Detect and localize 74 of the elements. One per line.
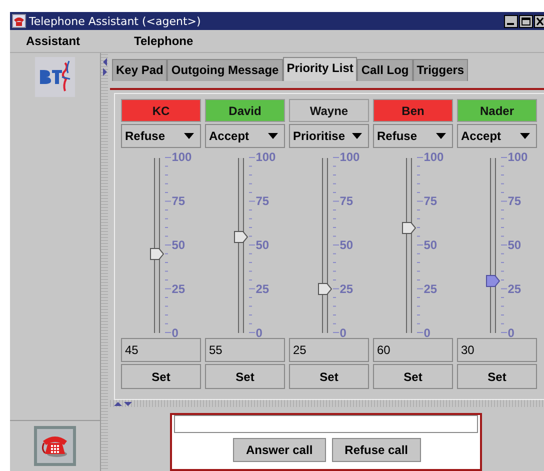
- scale-label: 0: [424, 326, 430, 340]
- dropdown-arrow-icon: [268, 133, 278, 139]
- call-button[interactable]: Refuse call: [332, 438, 422, 462]
- scale-label: 50: [340, 238, 354, 252]
- dropdown-arrow-icon: [184, 133, 194, 139]
- set-button[interactable]: Set: [121, 364, 201, 389]
- value-field[interactable]: 45: [121, 338, 201, 362]
- scale-label: 50: [256, 238, 270, 252]
- logo-icon: [35, 57, 75, 97]
- scale-label: 100: [424, 150, 444, 164]
- action-dropdown[interactable]: Refuse: [373, 124, 453, 148]
- scale-label: 25: [424, 282, 438, 296]
- dropdown-arrow-icon: [352, 133, 362, 139]
- action-dropdown[interactable]: Refuse: [121, 124, 201, 148]
- tab[interactable]: Priority List: [282, 57, 358, 81]
- minimize-icon[interactable]: [504, 14, 518, 28]
- scale-label: 50: [172, 238, 186, 252]
- contact-name: David: [205, 99, 285, 122]
- tab[interactable]: Call Log: [357, 59, 413, 81]
- scale-label: 75: [340, 194, 354, 208]
- menu-item[interactable]: Telephone: [126, 34, 202, 48]
- scale-label: 25: [340, 282, 354, 296]
- value-field[interactable]: 55: [205, 338, 285, 362]
- slider-thumb[interactable]: [318, 283, 332, 296]
- value-field[interactable]: 25: [289, 338, 369, 362]
- action-dropdown[interactable]: Prioritise: [289, 124, 369, 148]
- tab[interactable]: Triggers: [412, 59, 468, 81]
- scale-label: 25: [256, 282, 270, 296]
- collapse-arrows-icon[interactable]: [102, 57, 108, 77]
- scale-label: 75: [172, 194, 186, 208]
- action-dropdown[interactable]: Accept: [205, 124, 285, 148]
- phone-button[interactable]: [34, 426, 76, 466]
- scale-label: 25: [508, 282, 522, 296]
- scale-label: 50: [424, 238, 438, 252]
- contact-name: KC: [121, 99, 201, 122]
- scale-label: 100: [340, 150, 360, 164]
- dropdown-arrow-icon: [520, 133, 530, 139]
- maximize-icon[interactable]: [519, 14, 533, 28]
- tab[interactable]: Outgoing Message: [167, 59, 283, 81]
- set-button[interactable]: Set: [205, 364, 285, 389]
- contact-name: Wayne: [289, 99, 369, 122]
- close-icon[interactable]: [534, 14, 544, 28]
- scale-label: 0: [508, 326, 514, 340]
- slider-thumb[interactable]: [486, 274, 500, 286]
- scale-label: 75: [508, 194, 522, 208]
- slider-thumb[interactable]: [402, 222, 416, 234]
- value-field[interactable]: 30: [457, 338, 537, 362]
- call-button[interactable]: Answer call: [232, 438, 326, 462]
- action-dropdown[interactable]: Accept: [457, 124, 537, 148]
- scale-label: 50: [508, 238, 522, 252]
- telephone-icon: [12, 14, 26, 28]
- scale-label: 25: [172, 282, 186, 296]
- tab[interactable]: Key Pad: [112, 59, 168, 81]
- dropdown-arrow-icon: [436, 133, 446, 139]
- scale-label: 0: [256, 326, 262, 340]
- contact-name: Nader: [457, 99, 537, 122]
- scale-label: 100: [172, 150, 192, 164]
- menu-item[interactable]: Assistant: [18, 34, 88, 48]
- slider-thumb[interactable]: [234, 230, 248, 243]
- slider-thumb[interactable]: [150, 248, 164, 260]
- window-title: Telephone Assistant (<agent>): [29, 14, 202, 28]
- contact-name: Ben: [373, 99, 453, 122]
- scale-label: 0: [172, 326, 178, 340]
- scale-label: 100: [256, 150, 276, 164]
- set-button[interactable]: Set: [373, 364, 453, 389]
- input-field[interactable]: [174, 415, 478, 433]
- value-field[interactable]: 60: [373, 338, 453, 362]
- scale-label: 75: [424, 194, 438, 208]
- scale-label: 0: [340, 326, 346, 340]
- set-button[interactable]: Set: [457, 364, 537, 389]
- collapse-arrows-icon[interactable]: [113, 400, 133, 407]
- scale-label: 100: [508, 150, 528, 164]
- scale-label: 75: [256, 194, 270, 208]
- set-button[interactable]: Set: [289, 364, 369, 389]
